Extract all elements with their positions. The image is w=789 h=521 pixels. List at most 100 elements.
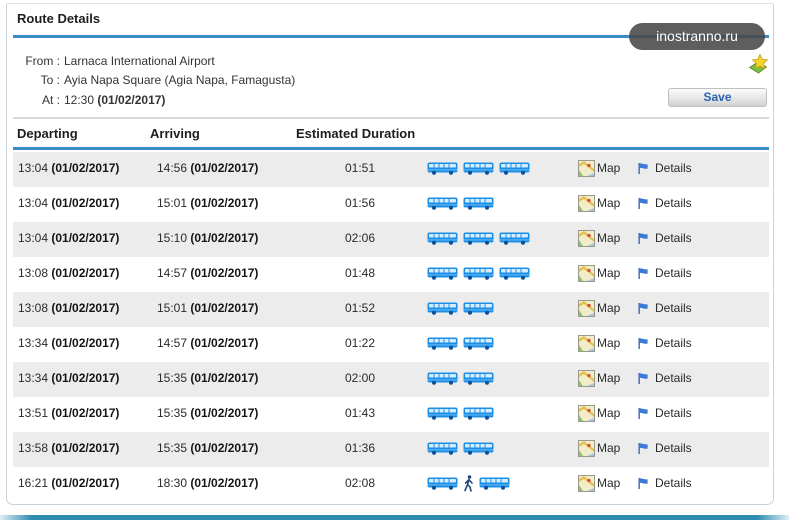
bus-icon: [427, 232, 458, 245]
departing-date: (01/02/2017): [51, 476, 120, 490]
bus-icon: [427, 197, 458, 210]
flag-icon: [638, 163, 648, 174]
arriving-date: (01/02/2017): [190, 196, 259, 210]
departing-cell: 13:34 (01/02/2017): [18, 362, 119, 395]
to-label: To :: [40, 73, 60, 87]
departing-cell: 13:51 (01/02/2017): [18, 397, 119, 430]
save-button[interactable]: Save: [668, 88, 767, 107]
details-link[interactable]: Details: [638, 467, 692, 500]
arriving-date: (01/02/2017): [190, 266, 259, 280]
details-link[interactable]: Details: [638, 257, 692, 290]
arriving-date: (01/02/2017): [190, 371, 259, 385]
at-time: 12:30: [64, 93, 95, 107]
arriving-time: 15:01: [157, 301, 188, 315]
bus-icon: [463, 442, 494, 455]
departing-time: 13:04: [18, 161, 49, 175]
map-link[interactable]: Map: [578, 432, 620, 465]
map-link[interactable]: Map: [578, 187, 620, 220]
arriving-cell: 14:57 (01/02/2017): [157, 327, 258, 360]
estimated-duration: 01:56: [344, 196, 376, 210]
estimated-duration: 01:52: [344, 301, 376, 315]
table-divider: [13, 147, 769, 150]
departing-date: (01/02/2017): [51, 406, 120, 420]
departing-date: (01/02/2017): [51, 301, 120, 315]
map-link[interactable]: Map: [578, 467, 620, 500]
star-icon[interactable]: [748, 53, 769, 74]
map-icon: [578, 440, 595, 457]
column-departing: Departing: [17, 126, 78, 141]
arriving-time: 15:35: [157, 441, 188, 455]
at-date: (01/02/2017): [97, 93, 166, 107]
arriving-date: (01/02/2017): [190, 336, 259, 350]
details-link[interactable]: Details: [638, 187, 692, 220]
details-link-label: Details: [655, 196, 692, 210]
arriving-time: 15:35: [157, 406, 188, 420]
map-link[interactable]: Map: [578, 362, 620, 395]
details-link[interactable]: Details: [638, 222, 692, 255]
flag-icon: [638, 373, 648, 384]
estimated-duration: 02:06: [344, 231, 376, 245]
map-link[interactable]: Map: [578, 397, 620, 430]
arriving-time: 18:30: [157, 476, 188, 490]
table-row: 13:04 (01/02/2017) 15:01 (01/02/2017) 01…: [13, 187, 769, 222]
arriving-time: 14:57: [157, 266, 188, 280]
details-link[interactable]: Details: [638, 432, 692, 465]
arriving-cell: 15:35 (01/02/2017): [157, 362, 258, 395]
map-link[interactable]: Map: [578, 292, 620, 325]
arriving-time: 14:56: [157, 161, 188, 175]
map-icon: [578, 370, 595, 387]
map-link[interactable]: Map: [578, 257, 620, 290]
bus-icon: [427, 337, 458, 350]
estimated-duration: 01:51: [344, 161, 376, 175]
bus-icon: [499, 267, 530, 280]
estimated-duration: 01:48: [344, 266, 376, 280]
map-link[interactable]: Map: [578, 152, 620, 185]
table-row: 13:34 (01/02/2017) 14:57 (01/02/2017) 01…: [13, 327, 769, 362]
map-icon: [578, 475, 595, 492]
route-legs: [427, 187, 494, 220]
map-icon: [578, 265, 595, 282]
map-icon: [578, 300, 595, 317]
bus-icon: [463, 372, 494, 385]
arriving-cell: 15:35 (01/02/2017): [157, 397, 258, 430]
departing-time: 13:51: [18, 406, 49, 420]
bottom-bar: [0, 515, 789, 520]
estimated-duration: 02:00: [344, 371, 376, 385]
table-row: 13:04 (01/02/2017) 14:56 (01/02/2017) 01…: [13, 152, 769, 187]
route-legs: [427, 152, 530, 185]
departing-time: 13:08: [18, 301, 49, 315]
arriving-cell: 15:01 (01/02/2017): [157, 292, 258, 325]
details-link[interactable]: Details: [638, 327, 692, 360]
route-legs: [427, 222, 530, 255]
arriving-date: (01/02/2017): [190, 161, 259, 175]
map-link-label: Map: [597, 231, 621, 245]
table-row: 13:08 (01/02/2017) 14:57 (01/02/2017) 01…: [13, 257, 769, 292]
table-row: 13:58 (01/02/2017) 15:35 (01/02/2017) 01…: [13, 432, 769, 467]
details-link-label: Details: [655, 266, 692, 280]
details-link[interactable]: Details: [638, 397, 692, 430]
details-link[interactable]: Details: [638, 152, 692, 185]
departing-cell: 13:58 (01/02/2017): [18, 432, 119, 465]
details-link-label: Details: [655, 371, 692, 385]
map-icon: [578, 405, 595, 422]
route-legs: [427, 432, 494, 465]
map-icon: [578, 230, 595, 247]
route-legs: [427, 327, 494, 360]
details-link-label: Details: [655, 161, 692, 175]
details-link-label: Details: [655, 301, 692, 315]
estimated-duration: 01:43: [344, 406, 376, 420]
map-link[interactable]: Map: [578, 222, 620, 255]
map-link-label: Map: [597, 476, 621, 490]
route-legs: [427, 257, 530, 290]
departing-time: 16:21: [18, 476, 49, 490]
details-link[interactable]: Details: [638, 292, 692, 325]
details-link-label: Details: [655, 231, 692, 245]
details-link-label: Details: [655, 336, 692, 350]
map-link[interactable]: Map: [578, 327, 620, 360]
at-value: 12:30 (01/02/2017): [64, 91, 165, 110]
bus-icon: [463, 162, 494, 175]
departing-date: (01/02/2017): [51, 266, 120, 280]
departing-cell: 13:08 (01/02/2017): [18, 257, 119, 290]
map-icon: [578, 195, 595, 212]
details-link[interactable]: Details: [638, 362, 692, 395]
